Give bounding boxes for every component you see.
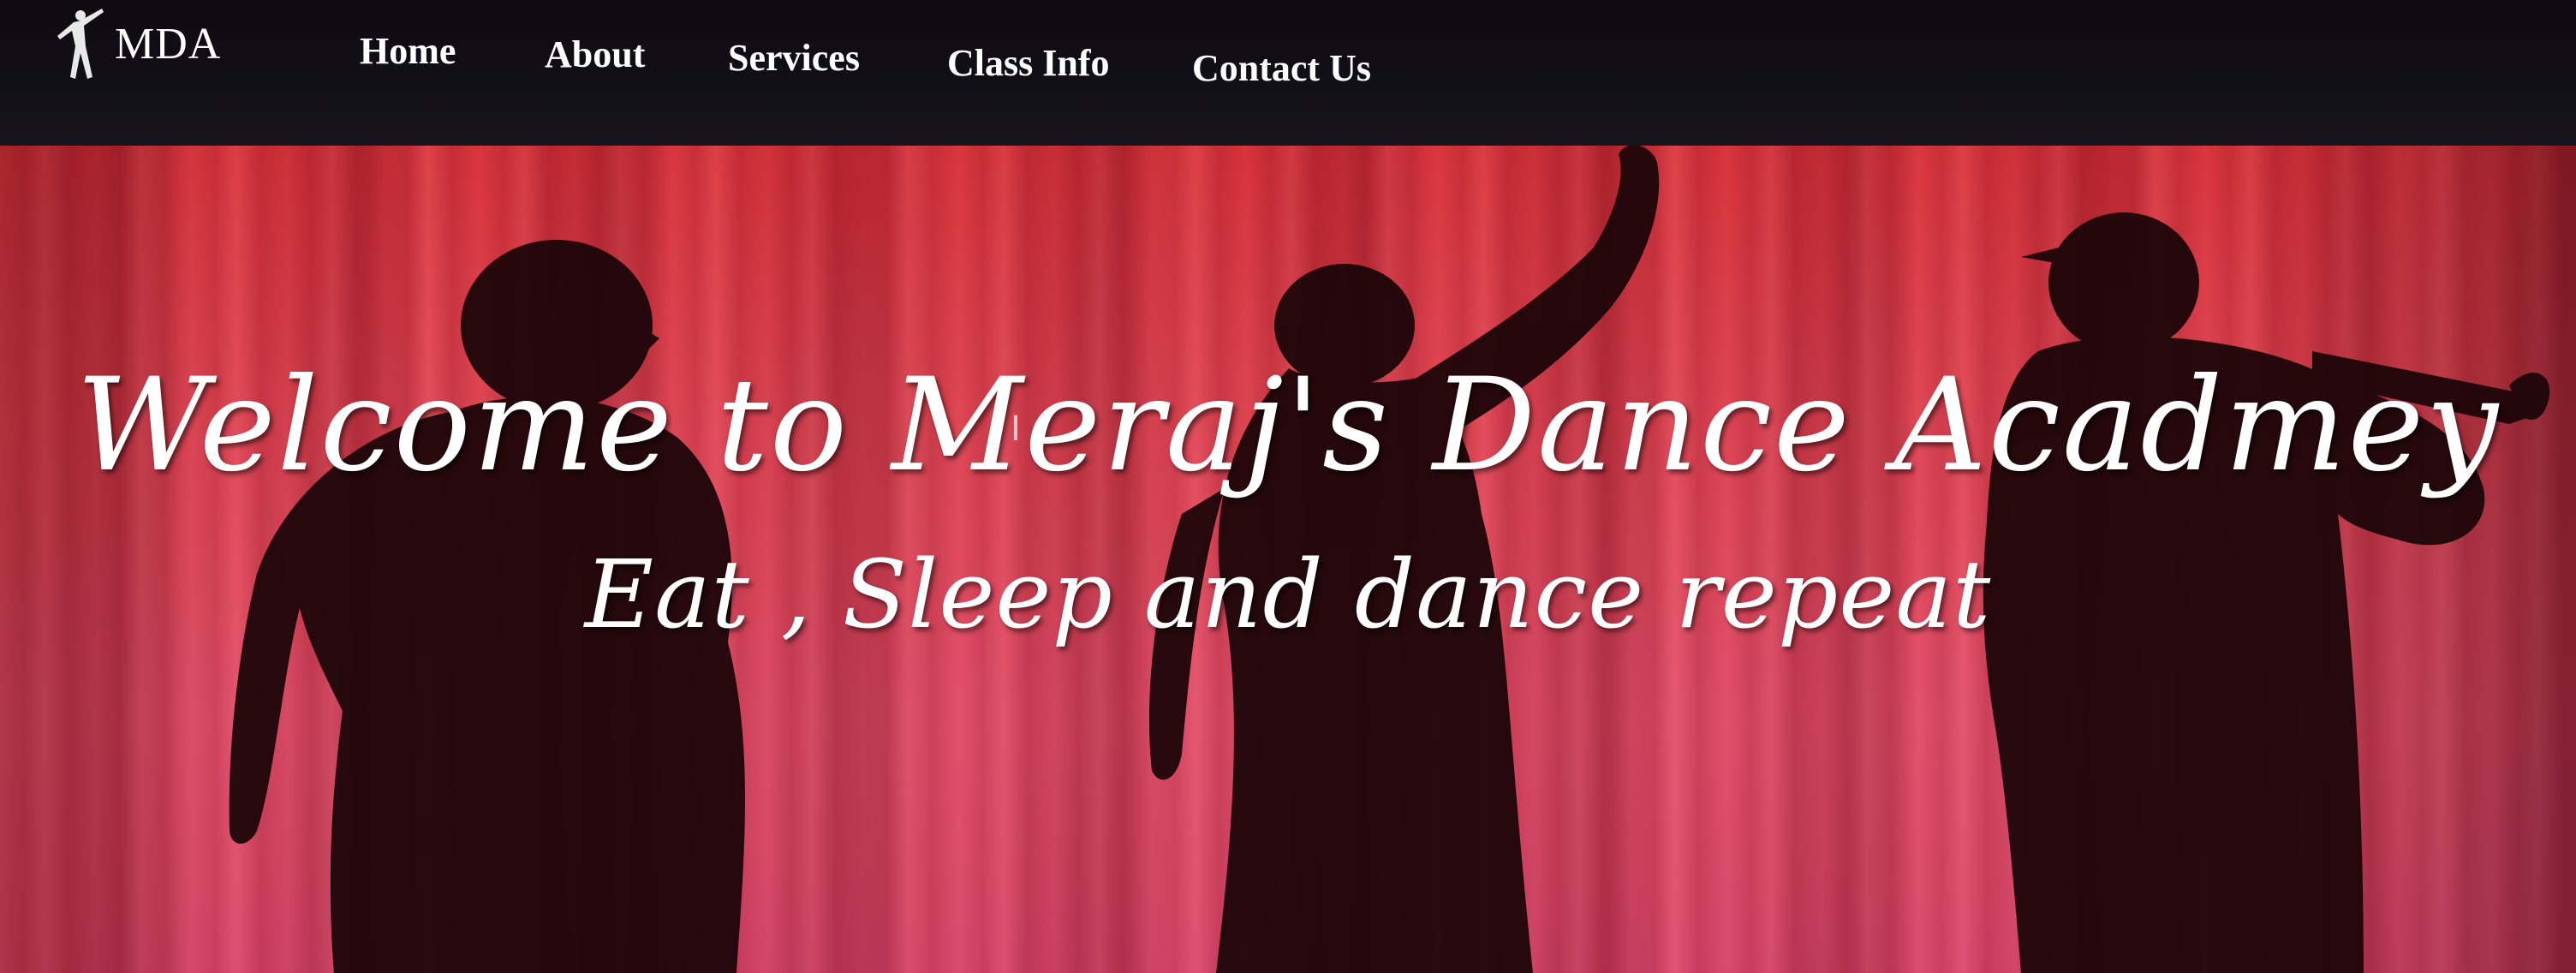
dancer-icon [57, 9, 104, 79]
hero-subtitle: Eat , Sleep and dance repeat [584, 540, 1992, 649]
page: MDA Home About Services Class Info Conta… [0, 0, 2576, 973]
text-cursor-icon: I [1011, 409, 1021, 449]
hero-banner: Welcome to Meraj's Dance Acadmey Eat , S… [0, 128, 2576, 973]
nav-link-services[interactable]: Services [728, 36, 860, 80]
nav-link-contact-us[interactable]: Contact Us [1192, 46, 1371, 90]
nav-link-home[interactable]: Home [360, 29, 456, 73]
brand-name: MDA [115, 19, 222, 69]
hero-title: Welcome to Meraj's Dance Acadmey [75, 351, 2501, 500]
brand-logo[interactable]: MDA [55, 5, 221, 82]
nav-link-about[interactable]: About [545, 33, 645, 76]
top-navbar: MDA Home About Services Class Info Conta… [0, 0, 2576, 146]
nav-link-class-info[interactable]: Class Info [947, 41, 1110, 85]
